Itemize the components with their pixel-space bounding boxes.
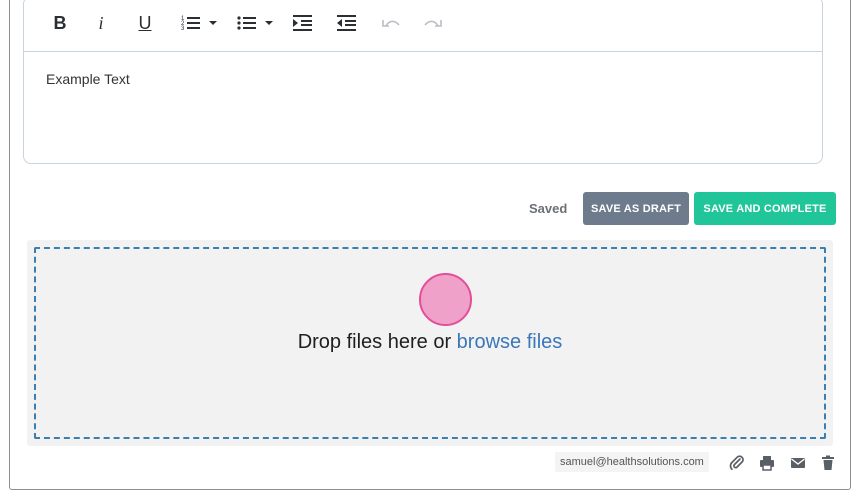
- outdent-icon: [337, 15, 356, 31]
- bullet-list-dropdown[interactable]: [264, 12, 274, 34]
- svg-text:3: 3: [181, 26, 185, 32]
- click-indicator: [419, 273, 472, 326]
- ordered-list-button[interactable]: 123: [179, 12, 203, 34]
- save-and-complete-button[interactable]: SAVE AND COMPLETE: [694, 192, 836, 225]
- paperclip-icon: [729, 455, 744, 471]
- rich-text-editor: B i U 123 Example Text: [23, 0, 823, 164]
- print-button[interactable]: [759, 455, 775, 471]
- redo-icon: [424, 20, 442, 27]
- caret-down-icon: [265, 21, 273, 25]
- bold-button[interactable]: B: [52, 12, 68, 34]
- ordered-list-dropdown[interactable]: [208, 12, 218, 34]
- italic-button[interactable]: i: [94, 12, 108, 34]
- increase-indent-button[interactable]: [292, 12, 314, 34]
- attach-button[interactable]: [729, 455, 745, 471]
- printer-icon: [760, 456, 774, 471]
- bullet-list-button[interactable]: [235, 12, 259, 34]
- file-dropzone[interactable]: Drop files here or browse files: [34, 247, 826, 439]
- trash-icon: [822, 455, 834, 470]
- underline-button[interactable]: U: [136, 12, 154, 34]
- indent-icon: [293, 15, 312, 31]
- undo-button[interactable]: [380, 12, 402, 34]
- caret-down-icon: [209, 21, 217, 25]
- dropzone-prompt: Drop files here or: [297, 331, 457, 353]
- ordered-list-icon: 123: [181, 16, 200, 32]
- author-email: samuel@healthsolutions.com: [555, 452, 709, 472]
- save-as-draft-button[interactable]: SAVE AS DRAFT: [583, 192, 689, 225]
- bullet-list-icon: [237, 16, 256, 30]
- save-status: Saved: [529, 201, 568, 216]
- file-dropzone-container: Drop files here or browse files: [27, 240, 833, 446]
- editor-content[interactable]: Example Text: [46, 71, 130, 87]
- dropzone-text: Drop files here or browse files: [36, 331, 824, 354]
- email-button[interactable]: [790, 455, 806, 471]
- envelope-icon: [791, 458, 805, 468]
- delete-button[interactable]: [820, 455, 836, 471]
- redo-button[interactable]: [422, 12, 444, 34]
- decrease-indent-button[interactable]: [336, 12, 358, 34]
- browse-files-link[interactable]: browse files: [457, 331, 563, 353]
- editor-toolbar: B i U 123: [24, 0, 822, 52]
- undo-icon: [382, 20, 400, 27]
